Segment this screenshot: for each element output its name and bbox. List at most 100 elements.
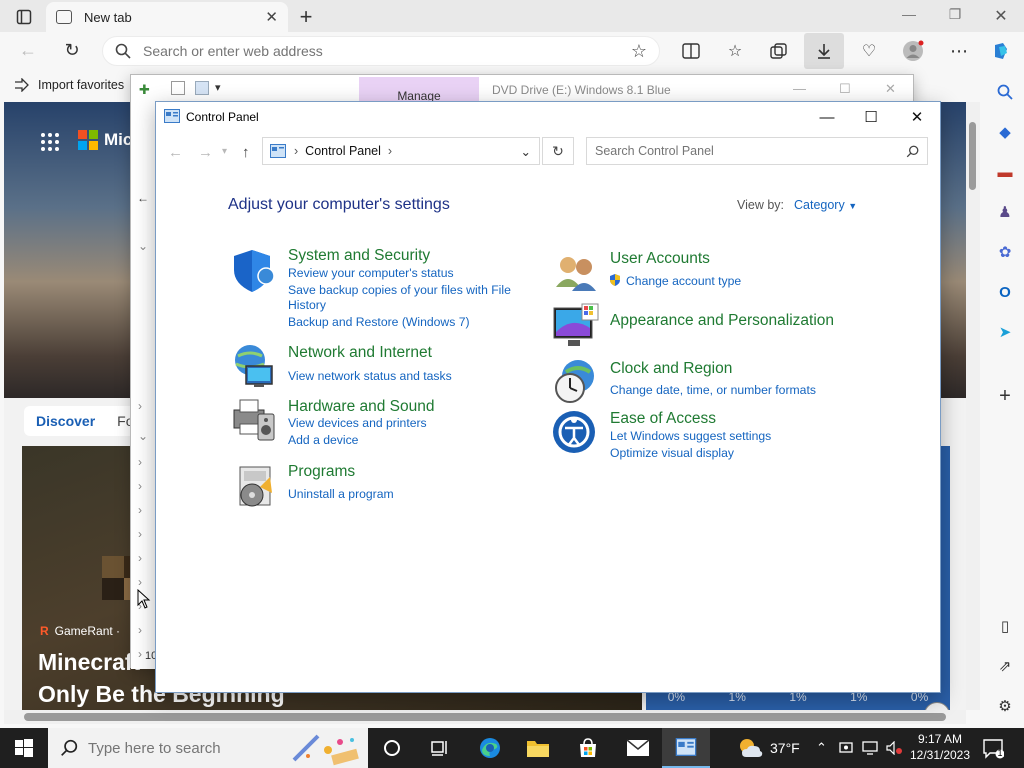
expand-chevron-icon[interactable]: ›	[138, 623, 142, 637]
volume-muted-icon[interactable]	[886, 728, 904, 768]
cortana-icon[interactable]	[368, 728, 416, 768]
category-link[interactable]: History	[288, 298, 326, 313]
expand-chevron-icon[interactable]: ⌄	[138, 429, 148, 443]
up-level-icon[interactable]: ↑	[242, 144, 250, 161]
minimize-icon[interactable]: —	[894, 6, 924, 22]
address-dropdown-icon[interactable]: ⌄	[521, 144, 531, 159]
expand-chevron-icon[interactable]: ⌄	[138, 239, 148, 253]
collections-icon[interactable]	[766, 39, 792, 63]
category-link[interactable]: Review your computer's status	[288, 266, 454, 281]
category-title[interactable]: Hardware and Sound	[288, 398, 435, 416]
recent-locations-icon[interactable]: ▾	[222, 146, 227, 157]
weather-widget[interactable]: 37°F	[738, 728, 800, 768]
import-favorites-link[interactable]: Import favorites	[14, 78, 124, 92]
edge-taskbar-icon[interactable]	[466, 728, 514, 768]
downloads-icon[interactable]	[804, 33, 844, 69]
close-tab-icon[interactable]: ✕	[265, 8, 278, 26]
category-link[interactable]: Optimize visual display	[610, 446, 734, 461]
vertical-scroll-thumb[interactable]	[969, 122, 976, 190]
expand-chevron-icon[interactable]: ›	[138, 527, 142, 541]
expand-chevron-icon[interactable]: ›	[138, 503, 142, 517]
breadcrumb-separator-icon[interactable]: ›	[388, 144, 392, 158]
expand-chevron-icon[interactable]: ›	[138, 399, 142, 413]
breadcrumb-control-panel[interactable]: Control Panel	[305, 144, 381, 158]
category-link[interactable]: View devices and printers	[288, 416, 427, 431]
address-bar[interactable]: ☆	[102, 36, 660, 66]
category-link[interactable]: View network status and tasks	[288, 369, 452, 384]
control-panel-taskbar-icon[interactable]	[662, 728, 710, 768]
cp-refresh-button[interactable]: ↻	[542, 137, 574, 165]
outlook-icon[interactable]: O	[992, 280, 1018, 304]
sidebar-search-icon[interactable]	[992, 80, 1018, 104]
network-globe-icon[interactable]	[230, 342, 278, 390]
back-arrow-icon[interactable]: ←	[137, 191, 149, 205]
expand-chevron-icon[interactable]: ›	[138, 575, 142, 589]
microsoft-365-icon[interactable]: ✿	[992, 240, 1018, 264]
cp-close-icon[interactable]: ✕	[894, 106, 940, 128]
network-icon[interactable]	[862, 728, 880, 768]
notification-center-icon[interactable]: 1	[982, 728, 1004, 768]
profile-avatar[interactable]	[900, 39, 926, 63]
back-icon[interactable]: ←	[16, 40, 40, 61]
restore-icon[interactable]: ❐	[940, 6, 970, 23]
category-link[interactable]: Let Windows suggest settings	[610, 429, 771, 444]
explorer-close-icon[interactable]: ✕	[885, 81, 896, 97]
quick-access-dropdown-icon[interactable]: ▾	[215, 81, 221, 94]
store-taskbar-icon[interactable]	[564, 728, 612, 768]
clock-globe-icon[interactable]	[552, 358, 600, 406]
checkbox-icon[interactable]	[171, 81, 185, 95]
taskbar-search-box[interactable]	[48, 728, 368, 768]
expand-chevron-icon[interactable]: ›	[138, 479, 142, 493]
start-button[interactable]	[0, 728, 48, 768]
tray-device-icon[interactable]	[838, 728, 854, 768]
horizontal-scroll-thumb[interactable]	[24, 713, 946, 721]
new-tab-button[interactable]: +	[294, 4, 318, 30]
tab-new-tab[interactable]: New tab ✕	[46, 2, 288, 32]
add-sidebar-icon[interactable]: +	[992, 384, 1018, 408]
settings-gear-icon[interactable]: ⚙	[992, 694, 1018, 718]
category-title[interactable]: User Accounts	[610, 250, 710, 268]
drop-icon[interactable]: ➤	[992, 320, 1018, 344]
category-link[interactable]: Uninstall a program	[288, 487, 394, 502]
category-title[interactable]: Programs	[288, 463, 355, 481]
shield-icon[interactable]	[230, 246, 278, 294]
tab-discover[interactable]: Discover	[36, 413, 95, 429]
games-icon[interactable]: ♟	[992, 200, 1018, 224]
address-input[interactable]	[143, 43, 631, 59]
view-by-dropdown[interactable]: Category ▼	[794, 198, 857, 212]
programs-disc-icon[interactable]	[230, 463, 278, 511]
expand-chevron-icon[interactable]: ›	[138, 455, 142, 469]
taskbar-search-input[interactable]	[88, 739, 288, 757]
favorites-icon[interactable]: ☆	[722, 39, 748, 63]
file-explorer-taskbar-icon[interactable]	[514, 728, 562, 768]
system-clock[interactable]: 9:17 AM 12/31/2023	[906, 731, 974, 763]
more-options-icon[interactable]: ⋯	[946, 39, 972, 63]
horizontal-scrollbar[interactable]	[4, 710, 966, 724]
apps-grid-icon[interactable]	[40, 132, 60, 152]
explorer-minimize-icon[interactable]: —	[793, 81, 806, 96]
category-link[interactable]: Save backup copies of your files with Fi…	[288, 283, 511, 298]
users-icon[interactable]	[552, 249, 600, 297]
cp-search-box[interactable]	[586, 137, 928, 165]
cp-back-icon[interactable]: ←	[168, 144, 183, 161]
explorer-maximize-icon[interactable]: ☐	[839, 81, 851, 97]
vertical-scrollbar[interactable]	[966, 102, 980, 710]
cp-minimize-icon[interactable]: —	[804, 106, 850, 128]
split-screen-icon[interactable]	[678, 39, 704, 63]
shopping-tag-icon[interactable]: ◆	[992, 120, 1018, 144]
expand-chevron-icon[interactable]: ›	[138, 647, 142, 661]
close-window-icon[interactable]: ✕	[986, 6, 1016, 26]
show-hidden-icons[interactable]: ⌃	[816, 728, 827, 768]
expand-chevron-icon[interactable]: ›	[138, 551, 142, 565]
external-link-icon[interactable]: ⇗	[992, 654, 1018, 678]
copilot-icon[interactable]	[988, 39, 1014, 63]
tools-icon[interactable]: ▬	[992, 160, 1018, 184]
tab-actions-icon[interactable]	[10, 6, 38, 28]
browser-essentials-icon[interactable]: ♡	[856, 39, 882, 63]
hide-sidebar-icon[interactable]: ▯	[992, 614, 1018, 638]
category-link[interactable]: Backup and Restore (Windows 7)	[288, 315, 470, 330]
ease-of-access-icon[interactable]	[552, 408, 600, 456]
category-title[interactable]: Ease of Access	[610, 410, 716, 428]
printer-speaker-icon[interactable]	[230, 396, 278, 444]
breadcrumb[interactable]: › Control Panel › ⌄	[262, 137, 540, 165]
